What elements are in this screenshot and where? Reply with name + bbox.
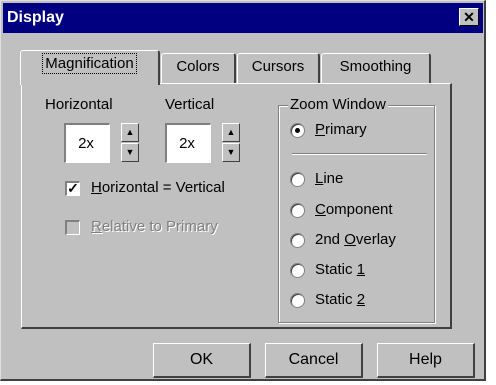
tab-smoothing[interactable]: Smoothing bbox=[321, 53, 431, 83]
tab-colors-label: Colors bbox=[176, 58, 220, 75]
radio-static-1-label[interactable]: Static 1 bbox=[315, 261, 365, 278]
vertical-label: Vertical bbox=[165, 96, 215, 113]
radio-line-label[interactable]: Line bbox=[315, 170, 343, 187]
horizontal-label: Horizontal bbox=[45, 96, 113, 113]
close-button[interactable]: ✕ bbox=[459, 8, 479, 26]
horizontal-input[interactable]: 2x bbox=[64, 123, 110, 163]
radio-component-label[interactable]: Component bbox=[315, 201, 393, 218]
relative-to-primary-checkbox bbox=[65, 220, 80, 235]
vertical-value: 2x bbox=[179, 135, 195, 152]
radio-component[interactable] bbox=[290, 203, 305, 218]
radio-static-2-label[interactable]: Static 2 bbox=[315, 291, 365, 308]
radio-static-2[interactable] bbox=[290, 293, 305, 308]
checkmark-icon: ✓ bbox=[67, 180, 79, 196]
spin-down-icon: ▼ bbox=[226, 147, 236, 157]
zoom-window-group: Zoom Window Primary Line Component 2nd O… bbox=[278, 96, 435, 323]
tab-colors[interactable]: Colors bbox=[161, 53, 236, 83]
ok-button-label: OK bbox=[189, 351, 214, 368]
radio-2nd-overlay-label[interactable]: 2nd Overlay bbox=[315, 231, 396, 248]
radio-primary[interactable] bbox=[290, 123, 305, 138]
horizontal-spin-up[interactable]: ▲ bbox=[121, 123, 139, 142]
spin-up-icon: ▲ bbox=[226, 127, 236, 137]
tab-cursors-label: Cursors bbox=[251, 58, 305, 75]
display-dialog: Display ✕ Magnification Colors Cursors S… bbox=[0, 0, 486, 381]
vertical-spin-up[interactable]: ▲ bbox=[222, 123, 240, 142]
radio-primary-label[interactable]: Primary bbox=[315, 121, 367, 138]
radio-line[interactable] bbox=[290, 172, 305, 187]
close-icon: ✕ bbox=[463, 9, 475, 25]
tab-smoothing-label: Smoothing bbox=[339, 58, 412, 75]
horizontal-equals-vertical-checkbox[interactable]: ✓ bbox=[65, 181, 80, 196]
window-title: Display bbox=[7, 9, 64, 26]
magnification-panel: Horizontal Vertical 2x ▲ ▼ 2x ▲ ▼ ✓ Hori… bbox=[21, 83, 452, 329]
tab-cursors[interactable]: Cursors bbox=[237, 53, 320, 83]
vertical-input[interactable]: 2x bbox=[165, 123, 211, 163]
horizontal-value: 2x bbox=[78, 135, 94, 152]
spin-down-icon: ▼ bbox=[125, 147, 135, 157]
zoom-separator bbox=[292, 153, 427, 155]
cancel-button-label: Cancel bbox=[288, 351, 339, 368]
zoom-window-title: Zoom Window bbox=[288, 96, 388, 113]
ok-button[interactable]: OK bbox=[153, 343, 251, 378]
spin-up-icon: ▲ bbox=[125, 127, 135, 137]
relative-to-primary-label: Relative to Primary bbox=[91, 218, 218, 235]
horizontal-equals-vertical-label[interactable]: Horizontal = Vertical bbox=[91, 179, 225, 196]
title-bar[interactable]: Display ✕ bbox=[3, 3, 483, 33]
tab-magnification[interactable]: Magnification bbox=[20, 50, 160, 85]
radio-static-1[interactable] bbox=[290, 263, 305, 278]
radio-2nd-overlay[interactable] bbox=[290, 233, 305, 248]
vertical-spin-down[interactable]: ▼ bbox=[222, 143, 240, 162]
horizontal-spin-down[interactable]: ▼ bbox=[121, 143, 139, 162]
tab-magnification-label: Magnification bbox=[42, 53, 137, 74]
help-button-label: Help bbox=[409, 351, 442, 368]
help-button[interactable]: Help bbox=[377, 343, 475, 378]
cancel-button[interactable]: Cancel bbox=[265, 343, 363, 378]
